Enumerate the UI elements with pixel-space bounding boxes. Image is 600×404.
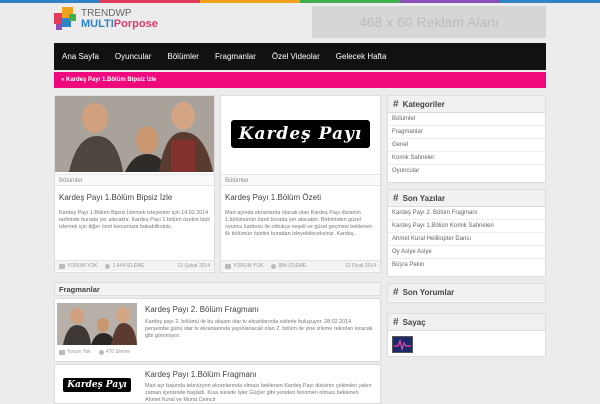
logo-line2-multi: MULTI xyxy=(81,18,114,30)
post-date: 13 Şubat 2014 xyxy=(177,263,210,269)
post-card: Bölümler Kardeş Payı 1.Bölüm Bipsiz İzle… xyxy=(54,95,215,273)
recent-post-link[interactable]: Büşra Pekin xyxy=(388,259,545,271)
post-meta: YORUM YOK 884 İZLEME 12 Ocak 2014 xyxy=(221,260,380,271)
ad-banner[interactable]: 468 x 60 Reklam Alanı xyxy=(312,6,546,38)
category-link[interactable]: Oyuncular xyxy=(388,165,545,177)
logo-line2-porpose: Porpose xyxy=(113,18,158,30)
nav-item-bolumler[interactable]: Bölümler xyxy=(159,52,207,61)
nav-item-oyuncular[interactable]: Oyuncular xyxy=(107,52,159,61)
widget-son-yorumlar: # Son Yorumlar xyxy=(387,283,546,303)
recent-post-link[interactable]: Oy Asiye Asiye xyxy=(388,246,545,259)
logo-line2: MULTIPorpose xyxy=(81,19,158,30)
fragman-excerpt: Kardeş payı 2. bölümü ile bu akşam star … xyxy=(145,319,373,339)
kardes-payi-logo-art: Kardeş Payı xyxy=(63,378,131,392)
category-link[interactable]: Genel xyxy=(388,139,545,152)
eye-icon xyxy=(105,263,111,269)
site-logo[interactable]: TRENDWP MULTIPorpose xyxy=(54,7,158,31)
fragman-title[interactable]: Kardeş Payı 2. Bölüm Fragmanı xyxy=(145,305,259,314)
category-link[interactable]: Bölümler xyxy=(388,113,545,126)
post-category[interactable]: Bölümler xyxy=(221,174,380,186)
recent-post-link[interactable]: Kardeş Payı 1.Bölüm Komik Sahneleri xyxy=(388,220,545,233)
post-views: 1.444 İZLEME xyxy=(112,263,145,269)
actors-photo xyxy=(57,303,137,345)
widget-title: Son Yazılar xyxy=(402,193,446,203)
fragman-comments[interactable]: Yorum Yok xyxy=(67,349,91,355)
post-category[interactable]: Bölümler xyxy=(55,174,214,186)
fragman-thumbnail[interactable]: Kardeş Payı xyxy=(57,369,137,401)
eye-icon xyxy=(271,263,277,269)
comment-icon xyxy=(59,263,65,269)
logo-mark-icon xyxy=(54,7,77,31)
strip-segment xyxy=(100,0,200,3)
fragman-meta: Yorum Yok 470 İzleme xyxy=(59,349,130,355)
post-title[interactable]: Kardeş Payı 1.Bölüm Özeti xyxy=(225,193,321,202)
post-date: 12 Ocak 2014 xyxy=(344,263,376,269)
counter-badge-icon[interactable] xyxy=(392,336,413,353)
widget-title: Sayaç xyxy=(402,317,426,327)
breadcrumb[interactable]: « Kardeş Payı 1.Bölüm Bipsiz İzle xyxy=(54,72,546,88)
fragman-excerpt: Mart ayı başında televizyon ekranlarında… xyxy=(145,383,372,403)
strip-segment xyxy=(0,0,100,3)
recent-post-link[interactable]: Ahmet Kural Helikopter Dansı xyxy=(388,233,545,246)
hash-icon: # xyxy=(393,316,399,328)
post-excerpt: Mart ayında ekranlarda olacak olan Karde… xyxy=(225,210,373,237)
strip-segment xyxy=(500,0,600,3)
nav-item-gelecek-hafta[interactable]: Gelecek Hafta xyxy=(328,52,395,61)
post-title[interactable]: Kardeş Payı 1.Bölüm Bipsiz İzle xyxy=(59,193,172,202)
fragman-title[interactable]: Kardeş Payı 1.Bölüm Fragmanı xyxy=(145,370,257,379)
kardes-payi-logo-art: Kardeş Payı xyxy=(230,120,371,148)
fragman-views: 470 İzleme xyxy=(105,349,131,355)
strip-segment xyxy=(400,0,500,3)
hash-icon: # xyxy=(393,287,399,298)
comment-icon xyxy=(59,349,65,355)
post-meta: YORUM YOK 1.444 İZLEME 13 Şubat 2014 xyxy=(55,260,214,271)
post-thumbnail[interactable]: Kardeş Payı xyxy=(221,96,380,172)
nav-item-fragmanlar[interactable]: Fragmanlar xyxy=(207,52,264,61)
main-nav: Ana Sayfa Oyuncular Bölümler Fragmanlar … xyxy=(54,43,546,70)
actors-photo xyxy=(55,96,214,172)
top-color-strip xyxy=(0,0,600,3)
comment-icon xyxy=(225,263,231,269)
widget-kategoriler: # Kategoriler Bölümler Fragmanlar Genel K… xyxy=(387,95,546,183)
widget-title: Son Yorumlar xyxy=(402,288,455,297)
post-comments[interactable]: YORUM YOK xyxy=(67,263,97,269)
nav-item-ozel-videolar[interactable]: Özel Videolar xyxy=(264,52,328,61)
widget-son-yazilar: # Son Yazılar Kardeş Payı 2. Bölüm Fragma… xyxy=(387,189,546,277)
nav-item-ana-sayfa[interactable]: Ana Sayfa xyxy=(54,52,107,61)
strip-segment xyxy=(300,0,400,3)
recent-post-link[interactable]: Kardeş Payı 2. Bölüm Fragmanı xyxy=(388,207,545,220)
hash-icon: # xyxy=(393,98,399,110)
widget-sayac: # Sayaç xyxy=(387,313,546,357)
widget-title: Kategoriler xyxy=(402,99,445,109)
post-views: 884 İZLEME xyxy=(278,263,307,269)
eye-icon xyxy=(98,349,104,355)
fragman-item: Kardeş Payı 2. Bölüm Fragmanı Kardeş pay… xyxy=(54,298,381,362)
hash-icon: # xyxy=(393,192,399,204)
fragman-thumbnail[interactable] xyxy=(57,303,137,345)
strip-segment xyxy=(200,0,300,3)
post-card: Kardeş Payı Bölümler Kardeş Payı 1.Bölüm… xyxy=(220,95,381,273)
post-thumbnail[interactable] xyxy=(55,96,214,172)
post-comments[interactable]: YORUM YOK xyxy=(233,263,263,269)
fragman-item: Kardeş Payı Kardeş Payı 1.Bölüm Fragmanı… xyxy=(54,364,381,404)
post-excerpt: Kardeş Payı 1.Bölüm Bipsiz İzlemek istey… xyxy=(59,210,210,230)
category-link[interactable]: Komik Sahneler xyxy=(388,152,545,165)
category-link[interactable]: Fragmanlar xyxy=(388,126,545,139)
section-title-fragmanlar: Fragmanlar xyxy=(54,282,381,296)
